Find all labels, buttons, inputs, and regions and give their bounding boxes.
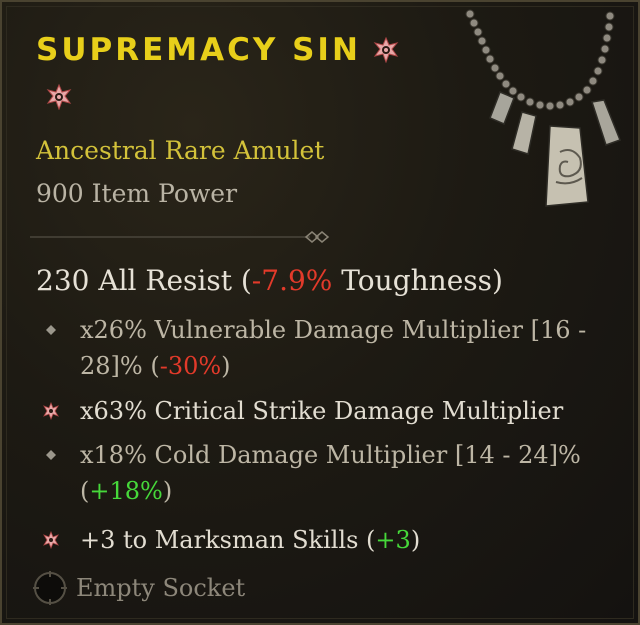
socket-icon [33,571,67,605]
amulet-image [465,9,621,207]
rune-icon [373,37,399,63]
diamond-icon [46,450,56,460]
item-title: SUPREMACY SIN [36,32,399,68]
affix-row: x63% Critical Strike Damage Multiplier [42,393,612,429]
greater-affix-icon [43,402,59,420]
affix-row: +3 to Marksman Skills (+3) [42,522,612,558]
diamond-icon [46,325,56,335]
greater-affix-icon [43,531,59,549]
item-type: Ancestral Rare Amulet [36,136,325,165]
rune-icon [46,84,72,110]
item-tooltip: SUPREMACY SIN Ancestral Rare Amulet 900 … [0,0,640,625]
base-stat: 230 All Resist (-7.9% Toughness) [36,264,503,297]
socket-label: Empty Socket [76,574,246,602]
item-name: SUPREMACY SIN [36,32,361,68]
affix-row: x26% Vulnerable Damage Multiplier [16 - … [42,312,612,384]
affix-row: x18% Cold Damage Multiplier [14 - 24]% (… [42,437,612,509]
empty-socket: Empty Socket [30,568,245,608]
item-power: 900 Item Power [36,179,238,208]
divider [30,231,330,243]
toughness-delta: -7.9% [251,264,333,297]
